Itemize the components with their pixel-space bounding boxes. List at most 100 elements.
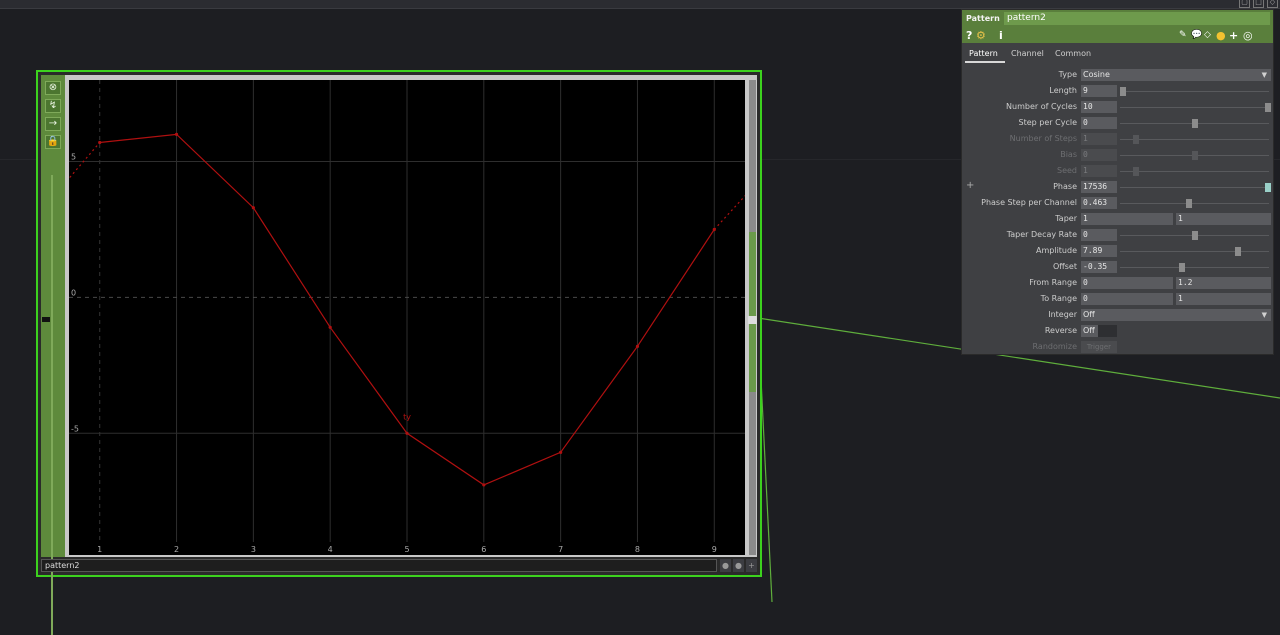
x-tick-label: 5 xyxy=(404,545,409,554)
x-tick-label: 8 xyxy=(635,545,640,554)
offset-slider[interactable] xyxy=(1120,267,1269,268)
param-from-range: From Range 0 1.2 xyxy=(962,276,1273,291)
length-slider-knob[interactable] xyxy=(1120,87,1126,96)
integer-menu[interactable]: Off ▼ xyxy=(1081,309,1271,321)
param-type: Type Cosine ▼ xyxy=(962,68,1273,83)
edit-icon[interactable]: ✎ xyxy=(1179,29,1187,42)
series-extension-right xyxy=(713,194,745,230)
integer-value: Off xyxy=(1083,310,1095,319)
param-label: Seed xyxy=(1057,166,1077,175)
phase-step-slider[interactable] xyxy=(1120,203,1269,204)
x-tick-label: 4 xyxy=(328,545,333,554)
add-param-icon[interactable]: + xyxy=(1229,29,1238,42)
tab-pattern[interactable]: Pattern xyxy=(969,49,998,58)
tab-channel[interactable]: Channel xyxy=(1011,49,1044,58)
node-toolbar: ⊗ ↯ → 🔒 xyxy=(41,75,65,635)
taper-field-1[interactable]: 1 xyxy=(1081,213,1173,225)
chevron-down-icon: ▼ xyxy=(1261,311,1267,319)
taper-field-2[interactable]: 1 xyxy=(1176,213,1271,225)
type-menu[interactable]: Cosine ▼ xyxy=(1081,69,1271,81)
reverse-toggle-box[interactable] xyxy=(1098,325,1117,337)
param-label: Taper Decay Rate xyxy=(1006,230,1077,239)
type-value: Cosine xyxy=(1083,70,1110,79)
output-scroll-thumb[interactable] xyxy=(749,232,756,392)
node-name-label[interactable]: pattern2 xyxy=(41,559,717,572)
number-of-steps-field: 1 xyxy=(1081,133,1117,145)
to-range-field-2[interactable]: 1 xyxy=(1176,293,1271,305)
param-label: Length xyxy=(1049,86,1077,95)
data-point xyxy=(98,140,102,145)
channel-label: ty xyxy=(403,413,411,422)
y-tick-label: 5 xyxy=(71,153,76,162)
output-connector[interactable] xyxy=(748,316,757,324)
phase-step-slider-knob[interactable] xyxy=(1186,199,1192,208)
phase-slider-knob[interactable] xyxy=(1265,183,1271,192)
cycles-field[interactable]: 10 xyxy=(1081,101,1117,113)
x-tick-label: 1 xyxy=(97,545,102,554)
step-per-cycle-field[interactable]: 0 xyxy=(1081,117,1117,129)
x-tick-label: 9 xyxy=(712,545,717,554)
length-slider[interactable] xyxy=(1120,91,1269,92)
randomize-trigger-button: Trigger xyxy=(1081,341,1117,353)
amplitude-slider[interactable] xyxy=(1120,251,1269,252)
tab-common[interactable]: Common xyxy=(1055,49,1091,58)
display-toggle-icon[interactable]: ● xyxy=(733,559,744,572)
from-range-field-2[interactable]: 1.2 xyxy=(1176,277,1271,289)
number-of-steps-slider xyxy=(1120,139,1269,140)
viewer-toggle-icon[interactable]: ● xyxy=(720,559,731,572)
input-connector[interactable] xyxy=(42,317,50,322)
phase-field[interactable]: 17536 xyxy=(1081,181,1117,193)
phase-step-field[interactable]: 0.463 xyxy=(1081,197,1117,209)
export-arrow-icon[interactable]: → xyxy=(45,117,61,131)
param-label: Reverse xyxy=(1044,326,1077,335)
param-integer: Integer Off ▼ xyxy=(962,308,1273,323)
add-icon[interactable]: + xyxy=(746,559,757,572)
target-icon[interactable]: ◎ xyxy=(1243,29,1253,42)
chop-viewer[interactable]: 1 2 3 4 5 6 7 8 9 5 0 -5 ty xyxy=(69,80,745,555)
panel-tabs: Pattern Channel Common xyxy=(962,46,1273,64)
help-icon[interactable]: ? xyxy=(966,29,972,42)
taper-decay-field[interactable]: 0 xyxy=(1081,229,1117,241)
close-icon[interactable]: ⊗ xyxy=(45,81,61,95)
op-type-label: Pattern xyxy=(966,14,1000,23)
param-number-of-steps: Number of Steps 1 xyxy=(962,132,1273,147)
pattern-node[interactable]: ⊗ ↯ → 🔒 1 2 3 4 5 6 7 8 9 5 0 -5 ty pattern2 ● ● + xyxy=(36,70,762,635)
phase-slider[interactable] xyxy=(1120,187,1269,188)
amplitude-slider-knob[interactable] xyxy=(1235,247,1241,256)
param-label: Randomize xyxy=(1032,342,1077,351)
length-field[interactable]: 9 xyxy=(1081,85,1117,97)
active-tab-underline xyxy=(965,61,1005,63)
param-reverse: Reverse Off xyxy=(962,324,1273,339)
lock-icon[interactable]: 🔒 xyxy=(45,135,61,149)
offset-slider-knob[interactable] xyxy=(1179,263,1185,272)
comment-icon[interactable]: 💬 xyxy=(1191,29,1202,42)
clear-icon[interactable]: ◇ xyxy=(1204,29,1211,42)
expand-plus-icon[interactable]: + xyxy=(966,180,974,191)
chevron-down-icon: ▼ xyxy=(1261,71,1267,79)
from-range-field-1[interactable]: 0 xyxy=(1081,277,1173,289)
amplitude-field[interactable]: 7.89 xyxy=(1081,245,1117,257)
info-icon[interactable]: i xyxy=(999,29,1003,42)
language-icon[interactable]: ● xyxy=(1216,29,1226,42)
data-point xyxy=(328,325,332,329)
param-label: Number of Cycles xyxy=(1006,102,1077,111)
op-name-field[interactable]: pattern2 xyxy=(1004,12,1270,25)
param-step-per-cycle: Step per Cycle 0 xyxy=(962,116,1273,131)
cycles-slider[interactable] xyxy=(1120,107,1269,108)
param-label: Offset xyxy=(1052,262,1077,271)
python-icon[interactable]: ⚙ xyxy=(976,29,986,42)
cycles-slider-knob[interactable] xyxy=(1265,103,1271,112)
offset-field[interactable]: -0.35 xyxy=(1081,261,1117,273)
param-taper-decay: Taper Decay Rate 0 xyxy=(962,228,1273,243)
to-range-field-1[interactable]: 0 xyxy=(1081,293,1173,305)
data-point xyxy=(405,431,409,435)
bypass-icon[interactable]: ↯ xyxy=(45,99,61,113)
param-phase: + Phase 17536 xyxy=(962,180,1273,195)
y-tick-label: -5 xyxy=(71,424,79,433)
panel-header: Pattern pattern2 xyxy=(962,10,1273,28)
taper-decay-slider-knob[interactable] xyxy=(1192,231,1198,240)
bias-field: 0 xyxy=(1081,149,1117,161)
y-tick-label: 0 xyxy=(71,288,76,297)
param-bias: Bias 0 xyxy=(962,148,1273,163)
step-per-cycle-slider-knob[interactable] xyxy=(1192,119,1198,128)
